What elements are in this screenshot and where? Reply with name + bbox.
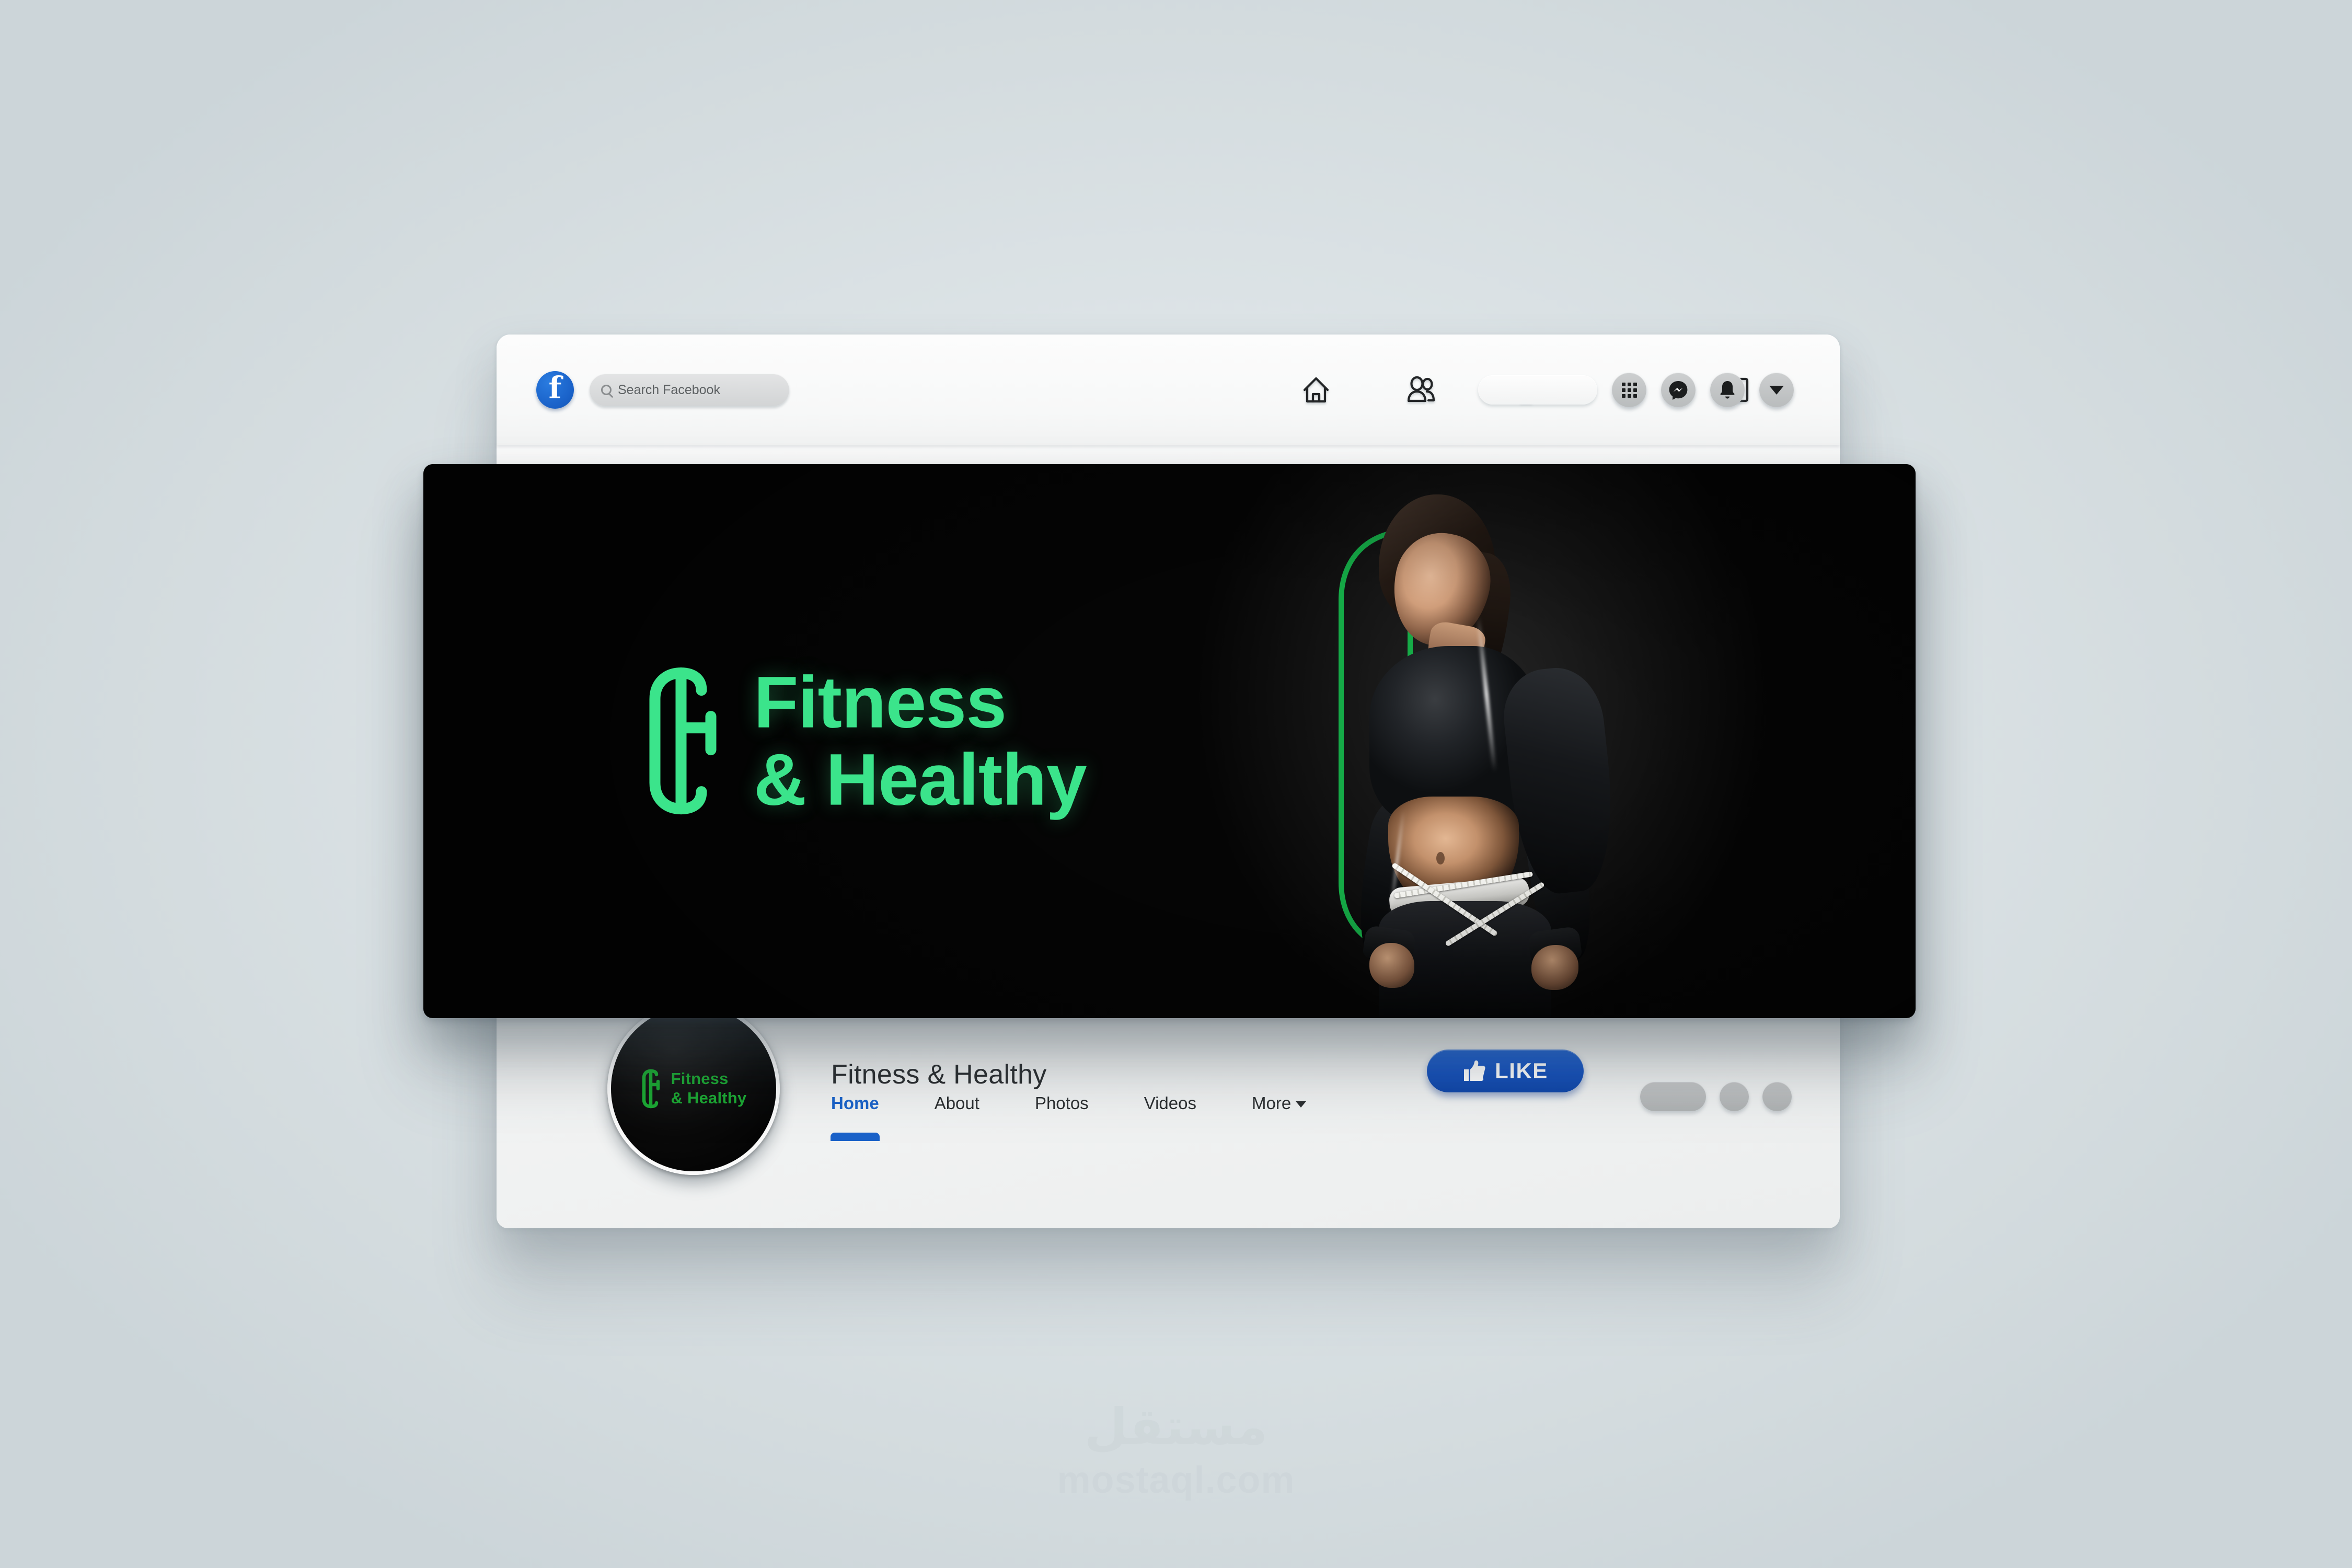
chevron-down-icon[interactable] <box>1759 373 1794 407</box>
search-input[interactable]: Search Facebook <box>590 374 789 406</box>
avatar-monogram-icon <box>642 1069 660 1109</box>
avatar-wordmark-text: Fitness & Healthy <box>671 1069 747 1107</box>
cover-brand-lockup: Fitness & Healthy <box>643 661 1087 821</box>
account-name-pill[interactable] <box>1478 375 1597 405</box>
facebook-logo-letter: f <box>548 370 562 406</box>
page-title: Fitness & Healthy <box>831 1059 1047 1090</box>
watermark-url-text: mostaql.com <box>1057 1459 1295 1501</box>
grid-menu-icon[interactable] <box>1612 373 1646 407</box>
cover-monogram-icon <box>649 667 717 815</box>
tab-bar-placeholders <box>1640 1082 1792 1111</box>
nav-friends-icon[interactable] <box>1401 370 1441 410</box>
page-avatar[interactable]: Fitness & Healthy <box>607 1002 780 1175</box>
messenger-icon[interactable] <box>1661 373 1696 407</box>
tab-videos[interactable]: Videos <box>1144 1093 1196 1116</box>
cover-model-photo <box>1239 464 1625 1018</box>
top-bar-actions <box>1478 373 1794 407</box>
like-button-label: LIKE <box>1495 1058 1548 1083</box>
chevron-down-icon <box>1296 1101 1307 1108</box>
tab-more[interactable]: More <box>1252 1093 1307 1116</box>
placeholder-pill-wide[interactable] <box>1640 1082 1706 1111</box>
tab-videos-label: Videos <box>1144 1093 1196 1113</box>
facebook-logo-icon[interactable]: f <box>536 371 574 409</box>
tab-home-label: Home <box>831 1093 879 1113</box>
bell-icon[interactable] <box>1710 373 1745 407</box>
page-cover-photo[interactable]: Fitness & Healthy <box>423 464 1916 1018</box>
tab-photos-label: Photos <box>1034 1093 1089 1113</box>
tab-about[interactable]: About <box>935 1093 979 1116</box>
thumbs-up-icon <box>1464 1060 1485 1081</box>
cover-wordmark-text: Fitness & Healthy <box>754 661 1087 821</box>
search-placeholder-text: Search Facebook <box>618 382 720 397</box>
tab-about-label: About <box>934 1093 979 1113</box>
placeholder-pill-round-2[interactable] <box>1762 1082 1792 1111</box>
tab-photos[interactable]: Photos <box>1035 1093 1089 1116</box>
nav-home-icon[interactable] <box>1296 370 1336 410</box>
page-tabs: Home About Photos Videos More <box>831 1093 1307 1116</box>
tab-home[interactable]: Home <box>831 1093 879 1116</box>
tab-more-label: More <box>1252 1093 1292 1113</box>
watermark-arabic-text: مستقل <box>1084 1398 1268 1456</box>
search-icon <box>601 385 612 395</box>
mostaql-watermark: مستقل mostaql.com <box>0 1401 2352 1502</box>
page-profile-bar: Fitness & Healthy Fitness & Healthy LIKE… <box>497 1002 1840 1175</box>
placeholder-pill-round-1[interactable] <box>1720 1082 1749 1111</box>
facebook-top-bar: f Search Facebook <box>497 335 1840 445</box>
like-button[interactable]: LIKE <box>1427 1050 1584 1092</box>
